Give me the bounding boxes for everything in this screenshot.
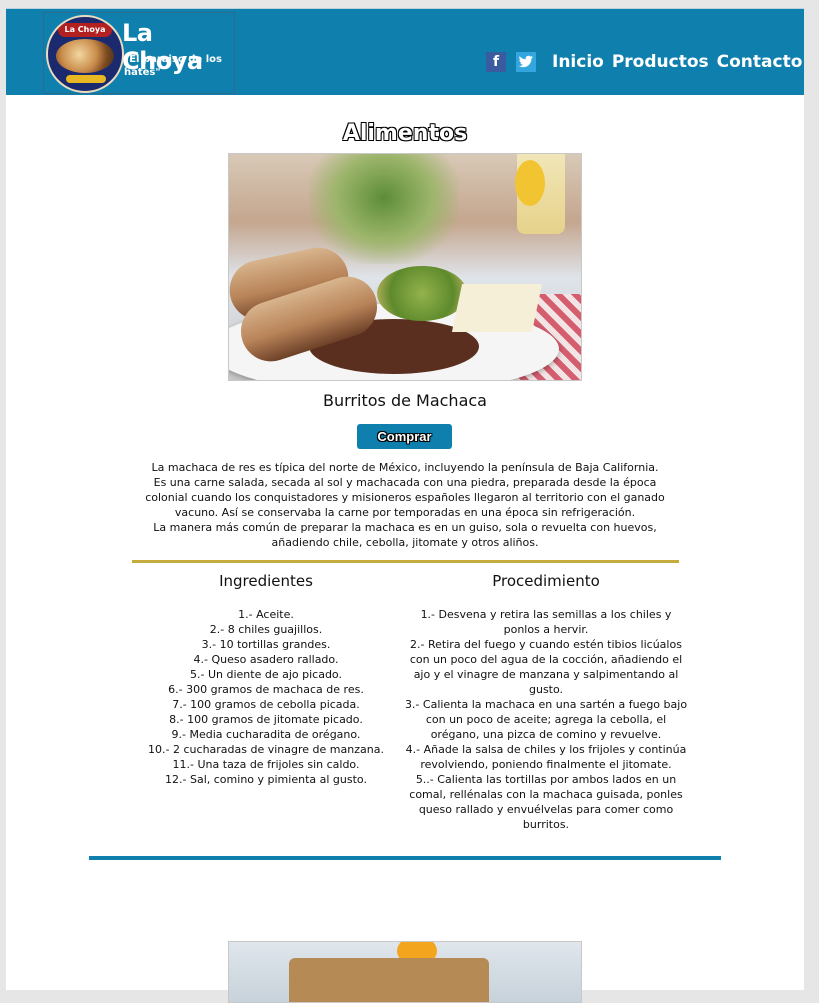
list-item: 4.- Queso asadero rallado. [193, 653, 339, 666]
dish-name: Burritos de Machaca [323, 391, 487, 410]
ingredients-list: 1.- Aceite. 2.- 8 chiles guajillos. 3.- … [146, 607, 386, 787]
list-item: 12.- Sal, comino y pimienta al gusto. [165, 773, 367, 786]
buy-button[interactable]: Comprar [357, 424, 452, 449]
list-item: 5..- Calienta las tortillas por ambos la… [409, 773, 683, 831]
logo-emblem: La Choya [46, 15, 124, 93]
site-header: La Choya La Choya "El paraiso de los hat… [6, 8, 804, 95]
list-item: 3.- 10 tortillas grandes. [201, 638, 331, 651]
photo-cheese [451, 284, 543, 332]
page: La Choya La Choya "El paraiso de los hat… [6, 8, 804, 1003]
main-nav: f Inicio Productos Contacto [486, 51, 810, 73]
photo-salad [377, 266, 467, 321]
list-item: 4.- Añade la salsa de chiles y los frijo… [405, 743, 687, 771]
list-item: 10.- 2 cucharadas de vinagre de manzana. [148, 743, 384, 756]
next-dish-photo [228, 941, 582, 1003]
logo-ribbon [66, 75, 106, 83]
dish-description: La machaca de res es típica del norte de… [140, 460, 670, 550]
list-item: 2.- 8 chiles guajillos. [209, 623, 323, 636]
twitter-bird-glyph [518, 55, 533, 68]
dish-photo [228, 153, 582, 381]
description-paragraph: La manera más común de preparar la macha… [153, 521, 657, 549]
photo-background-plants [309, 154, 459, 264]
list-item: 6.- 300 gramos de machaca de res. [168, 683, 364, 696]
nav-productos[interactable]: Productos [612, 52, 709, 72]
list-item: 2.- Retira del fuego y cuando estén tibi… [409, 638, 683, 696]
list-item: 3.- Calienta la machaca en una sartén a … [404, 698, 688, 741]
procedure-list: 1.- Desvena y retira las semillas a los … [404, 607, 688, 832]
list-item: 9.- Media cucharadita de orégano. [171, 728, 361, 741]
logo[interactable]: La Choya La Choya "El paraiso de los hat… [43, 12, 235, 94]
nav-contacto[interactable]: Contacto [717, 52, 803, 72]
list-item: 8.- 100 gramos de jitomate picado. [169, 713, 363, 726]
list-item: 1.- Desvena y retira las semillas a los … [420, 608, 672, 636]
section-end-divider [89, 856, 721, 860]
twitter-icon[interactable] [516, 52, 536, 72]
list-item: 11.- Una taza de frijoles sin caldo. [172, 758, 360, 771]
section-divider [132, 560, 679, 563]
photo-lemon [515, 160, 545, 206]
nav-inicio[interactable]: Inicio [552, 52, 604, 72]
logo-badge: La Choya [58, 23, 112, 37]
section-title: Alimentos [342, 121, 468, 146]
logo-food-image [56, 39, 114, 73]
description-paragraph: La machaca de res es típica del norte de… [151, 461, 659, 474]
list-item: 7.- 100 gramos de cebolla picada. [172, 698, 360, 711]
list-item: 1.- Aceite. [238, 608, 294, 621]
list-item: 5.- Un diente de ajo picado. [190, 668, 342, 681]
brand-tagline: "El paraiso de los hates" [124, 54, 222, 78]
facebook-icon[interactable]: f [486, 52, 506, 72]
procedure-title: Procedimiento [492, 572, 600, 590]
description-paragraph: Es una carne salada, secada al sol y mac… [145, 476, 665, 519]
photo-board [289, 958, 489, 1002]
scrollbar[interactable] [804, 0, 819, 990]
ingredients-title: Ingredientes [219, 572, 313, 590]
